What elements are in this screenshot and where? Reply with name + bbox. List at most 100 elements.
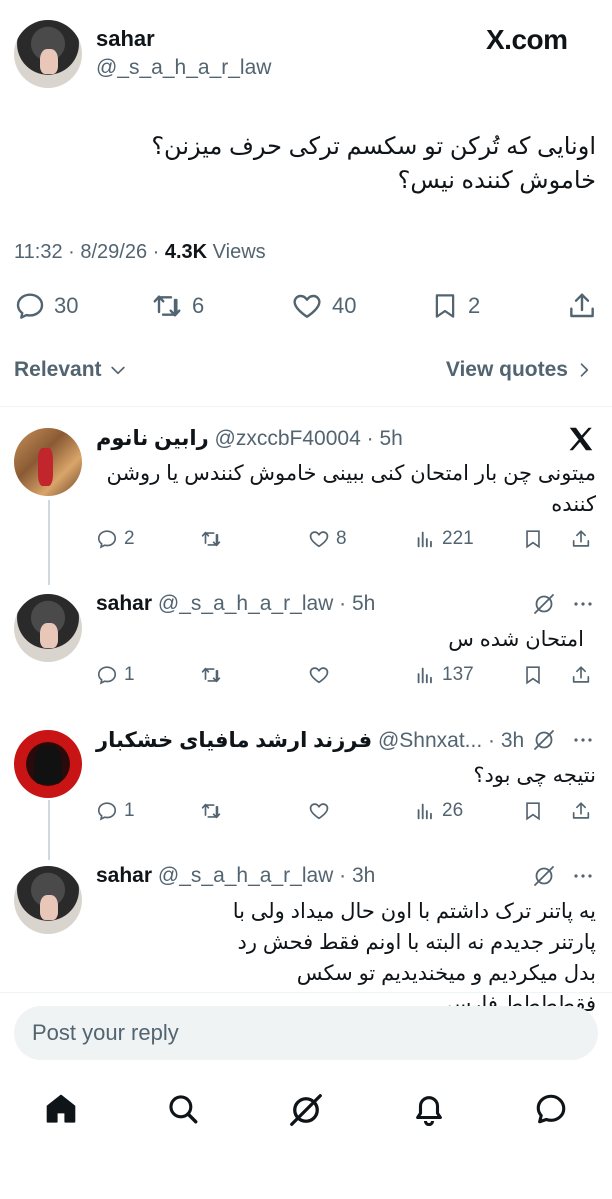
post-text-line2: خاموش کننده نیس؟ xyxy=(397,167,596,194)
author-avatar[interactable] xyxy=(14,20,82,88)
reply-reply-count: 1 xyxy=(124,800,135,821)
reply-reply-count: 1 xyxy=(124,664,135,685)
reply-author-handle[interactable]: @_s_a_h_a_r_law xyxy=(158,592,333,615)
reply-time: · 3h xyxy=(488,729,525,752)
reply-share-button[interactable] xyxy=(570,800,592,822)
reply-bookmark-button[interactable] xyxy=(522,800,544,822)
reply-like-button[interactable]: 8 xyxy=(308,528,347,550)
reply-text: امتحان شده س xyxy=(448,628,584,651)
search-icon[interactable] xyxy=(166,1092,200,1126)
grok-icon[interactable] xyxy=(532,592,556,616)
repost-button[interactable]: 6 xyxy=(150,290,204,322)
heart-icon xyxy=(309,531,329,548)
bookmark-icon xyxy=(526,802,540,821)
chevron-right-icon xyxy=(580,363,589,377)
reply-avatar[interactable] xyxy=(14,866,82,934)
reply-views-button[interactable]: 137 xyxy=(414,664,474,686)
reply-text: میتونی چن بار امتحان کنی ببینی خاموش کنن… xyxy=(106,462,596,516)
author-name[interactable]: sahar xyxy=(96,26,155,52)
reply-like-button[interactable] xyxy=(308,800,330,822)
divider xyxy=(0,406,612,407)
relevant-filter[interactable]: Relevant xyxy=(14,358,128,382)
grok-icon[interactable] xyxy=(288,1092,324,1128)
reply-repost-button[interactable] xyxy=(200,664,222,686)
post-text-line1: اونایی که تُرکن تو سکسم ترکی حرف میزنن؟ xyxy=(151,133,596,160)
view-quotes-link[interactable]: View quotes xyxy=(446,358,594,382)
analytics-icon xyxy=(417,531,432,548)
chevron-down-icon xyxy=(110,366,125,375)
bookmark-icon xyxy=(526,666,540,685)
reply-reply-button[interactable]: 1 xyxy=(96,800,135,822)
reply-share-button[interactable] xyxy=(570,664,592,686)
reply-icon xyxy=(97,802,117,821)
share-icon xyxy=(572,530,590,547)
reply-like-count: 8 xyxy=(336,528,347,549)
view-quotes-label: View quotes xyxy=(445,358,568,381)
grok-icon[interactable] xyxy=(532,864,556,888)
messages-icon[interactable] xyxy=(534,1092,568,1126)
reply-bookmark-button[interactable] xyxy=(522,664,544,686)
share-icon xyxy=(570,293,594,318)
reply-avatar[interactable] xyxy=(14,594,82,662)
reply-reply-button[interactable]: 2 xyxy=(96,528,135,550)
reply-repost-button[interactable] xyxy=(200,800,222,822)
repost-icon xyxy=(201,531,221,547)
bookmark-button[interactable]: 2 xyxy=(430,290,480,322)
reply-header: رابین نانوم @zxccbF40004 · 5h xyxy=(96,426,403,451)
reply-author-name[interactable]: رابین نانوم xyxy=(96,427,209,450)
thread-line xyxy=(48,500,50,585)
divider xyxy=(0,992,612,993)
heart-icon xyxy=(309,803,329,820)
like-count: 40 xyxy=(332,293,357,318)
notifications-icon[interactable] xyxy=(412,1092,446,1126)
reply-bookmark-button[interactable] xyxy=(522,528,544,550)
reply-header: sahar @_s_a_h_a_r_law · 3h xyxy=(96,864,375,888)
author-handle[interactable]: @_s_a_h_a_r_law xyxy=(96,56,271,80)
reply-text: نتیجه چی بود؟ xyxy=(473,764,596,787)
reply-author-handle[interactable]: @Shnxat... xyxy=(378,729,482,752)
reply-composer[interactable] xyxy=(14,1006,598,1060)
reply-icon xyxy=(97,666,117,685)
post-time: 11:32 · 8/29/26 · xyxy=(14,241,160,263)
reply-reply-button[interactable]: 1 xyxy=(96,664,135,686)
reply-like-button[interactable] xyxy=(308,664,330,686)
reply-author-handle[interactable]: @zxccbF40004 xyxy=(215,427,361,450)
thread-line xyxy=(48,800,50,860)
share-icon xyxy=(572,802,590,819)
reply-author-name[interactable]: فرزند ارشد مافیای خشکبار xyxy=(96,729,372,752)
reply-input[interactable] xyxy=(32,1006,580,1060)
more-options-icon[interactable] xyxy=(570,864,596,888)
reply-author-name[interactable]: sahar xyxy=(96,864,152,887)
reply-time: · 5h xyxy=(366,427,403,450)
reply-text: یه پاتنر ترک داشتم با اون حال میداد ولی … xyxy=(232,900,596,1016)
bookmark-icon xyxy=(435,294,455,318)
reply-time: · 3h xyxy=(339,864,376,887)
reply-icon xyxy=(16,293,44,319)
more-options-icon[interactable] xyxy=(570,592,596,616)
share-button[interactable] xyxy=(566,290,598,322)
reply-count: 30 xyxy=(54,293,79,318)
reply-avatar[interactable] xyxy=(14,428,82,496)
reply-author-name[interactable]: sahar xyxy=(96,592,152,615)
x-logo-icon xyxy=(566,424,596,454)
reply-views-count: 26 xyxy=(442,800,464,821)
analytics-icon xyxy=(417,667,432,684)
reply-views-button[interactable]: 26 xyxy=(414,800,463,822)
reply-button[interactable]: 30 xyxy=(14,290,78,322)
more-options-icon[interactable] xyxy=(570,728,596,752)
post-text: اونایی که تُرکن تو سکسم ترکی حرف میزنن؟ … xyxy=(16,130,596,198)
home-icon[interactable] xyxy=(44,1092,78,1126)
like-button[interactable]: 40 xyxy=(290,290,356,322)
reply-share-button[interactable] xyxy=(570,528,592,550)
reply-avatar[interactable] xyxy=(14,730,82,798)
reply-icon xyxy=(97,530,117,549)
grok-icon[interactable] xyxy=(532,728,556,752)
share-icon xyxy=(572,666,590,683)
post-meta: 11:32 · 8/29/26 · 4.3K Views xyxy=(14,241,266,264)
reply-header: sahar @_s_a_h_a_r_law · 5h xyxy=(96,592,375,616)
reply-views-button[interactable]: 221 xyxy=(414,528,474,550)
heart-icon xyxy=(309,667,329,684)
reply-repost-button[interactable] xyxy=(200,528,222,550)
bookmark-icon xyxy=(526,530,540,549)
reply-author-handle[interactable]: @_s_a_h_a_r_law xyxy=(158,864,333,887)
